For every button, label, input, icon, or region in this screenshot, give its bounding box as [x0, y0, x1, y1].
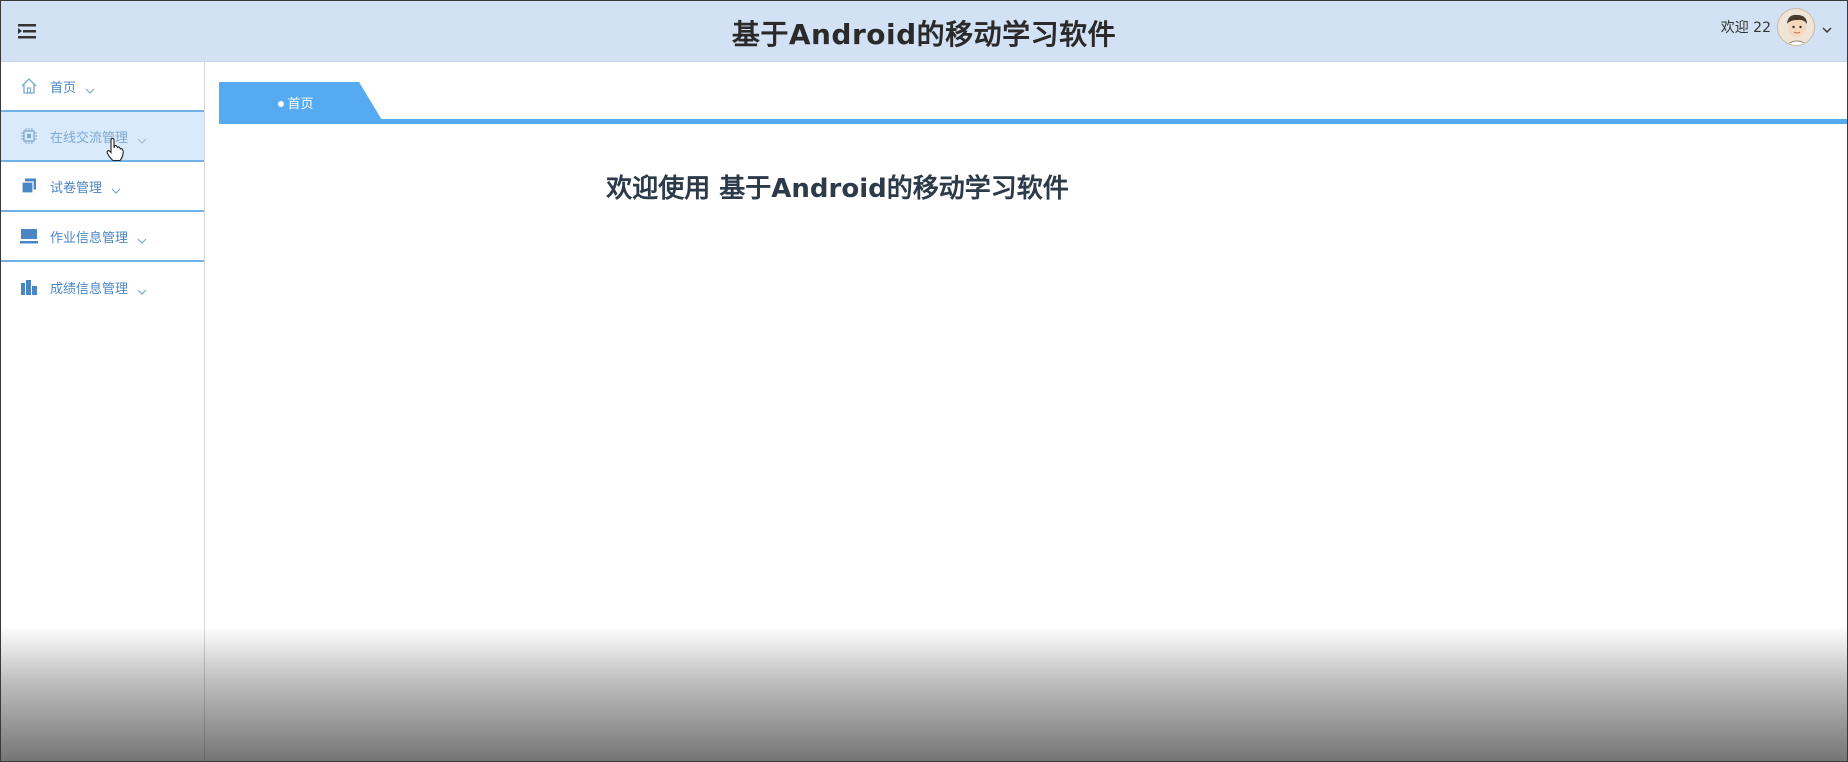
chevron-down-icon [136, 131, 148, 144]
top-header: 基于Android的移动学习软件 欢迎 22 [1, 1, 1847, 62]
chevron-down-icon [84, 81, 96, 94]
sidebar-item-label: 首页 [50, 80, 77, 96]
chevron-down-icon [136, 282, 148, 295]
dot-icon [278, 100, 285, 107]
hand-cursor-icon [105, 137, 125, 162]
welcome-text: 欢迎 22 [1720, 20, 1771, 36]
user-menu[interactable]: 欢迎 22 [1721, 7, 1833, 47]
tab-bar: 首页 [205, 62, 1847, 124]
chip-icon [20, 127, 38, 145]
sidebar-item-exam[interactable]: 试卷管理 [1, 162, 204, 212]
monitor-icon [20, 227, 38, 245]
chevron-down-icon [136, 231, 148, 244]
sidebar-item-homework[interactable]: 作业信息管理 [1, 212, 204, 262]
tab-home[interactable]: 首页 [219, 82, 387, 120]
tab-label-wrap: 首页 [219, 93, 373, 112]
sidebar-item-online-exchange[interactable]: 在线交流管理 [1, 112, 204, 162]
sidebar-item-label: 试卷管理 [50, 180, 103, 196]
sidebar: 首页 在线交流管理 试卷管理 作业信息管理 成绩信息管理 [1, 62, 205, 761]
stack-icon [20, 177, 38, 195]
main-content: 欢迎使用 基于Android的移动学习软件 [205, 124, 1847, 761]
chevron-down-icon [110, 181, 122, 194]
welcome-heading: 欢迎使用 基于Android的移动学习软件 [606, 174, 1069, 204]
avatar[interactable] [1777, 8, 1815, 46]
app-window: 基于Android的移动学习软件 欢迎 22 首页 在线交流管理 试卷管理 作业… [0, 0, 1848, 762]
tab-label: 首页 [287, 97, 314, 112]
sidebar-item-label: 成绩信息管理 [50, 281, 129, 297]
sidebar-item-label: 作业信息管理 [50, 230, 129, 246]
sidebar-item-home[interactable]: 首页 [1, 62, 204, 112]
buildings-icon [20, 278, 38, 296]
home-icon [20, 77, 38, 95]
sidebar-item-grades[interactable]: 成绩信息管理 [1, 262, 204, 312]
app-title: 基于Android的移动学习软件 [731, 18, 1117, 51]
chevron-down-icon[interactable] [1821, 21, 1833, 33]
